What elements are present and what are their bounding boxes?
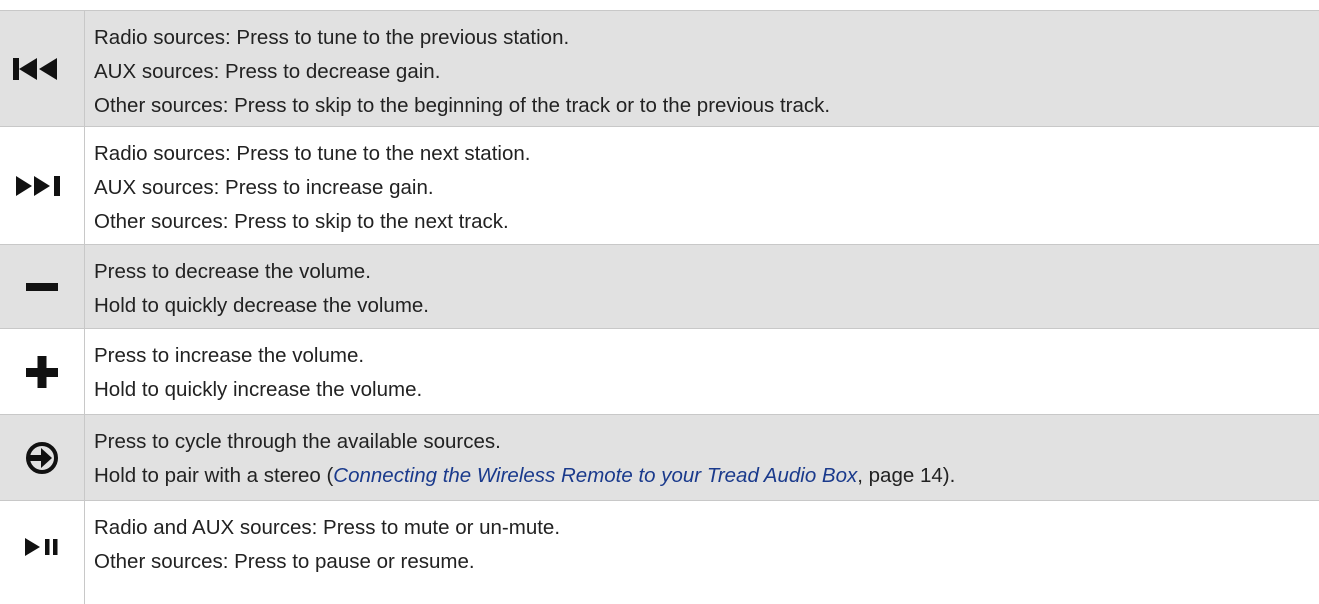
row-text-line: Press to decrease the volume. xyxy=(94,260,371,283)
row-text-line: Other sources: Press to skip to the next… xyxy=(94,210,509,233)
row-text-line: Radio sources: Press to tune to the prev… xyxy=(94,26,570,49)
row-text-line: Hold to quickly decrease the volume. xyxy=(94,294,430,317)
minus-icon xyxy=(26,282,58,291)
table-row: Press to increase the volume. Hold to qu… xyxy=(0,328,1319,414)
table-row: Press to cycle through the available sou… xyxy=(0,414,1319,500)
row-text-line: Other sources: Press to pause or resume. xyxy=(94,550,475,573)
next-track-icon xyxy=(16,175,68,196)
play-pause-icon xyxy=(25,538,59,556)
row-text-line: Radio sources: Press to tune to the next… xyxy=(94,142,531,165)
row-text-line: AUX sources: Press to increase gain. xyxy=(94,176,434,199)
row-text-line: Press to cycle through the available sou… xyxy=(94,430,501,453)
row-text-line: Press to increase the volume. xyxy=(94,344,365,367)
plus-icon xyxy=(26,355,58,388)
table-row: Radio sources: Press to tune to the next… xyxy=(0,126,1319,244)
source-icon xyxy=(25,441,59,475)
table-row: Radio sources: Press to tune to the prev… xyxy=(0,10,1319,126)
row-text-line: Hold to quickly increase the volume. xyxy=(94,378,423,401)
cross-reference-link[interactable]: Connecting the Wireless Remote to your T… xyxy=(333,464,857,487)
table-row: Radio and AUX sources: Press to mute or … xyxy=(0,500,1319,604)
table-row: Press to decrease the volume. Hold to qu… xyxy=(0,244,1319,328)
row-text-line: Other sources: Press to skip to the begi… xyxy=(94,94,831,117)
row-text-line: AUX sources: Press to decrease gain. xyxy=(94,60,441,83)
previous-track-icon xyxy=(13,57,71,80)
row-text-line: Radio and AUX sources: Press to mute or … xyxy=(94,516,561,539)
hold-to-pair-line: Hold to pair with a stereo (Connecting t… xyxy=(94,464,956,487)
